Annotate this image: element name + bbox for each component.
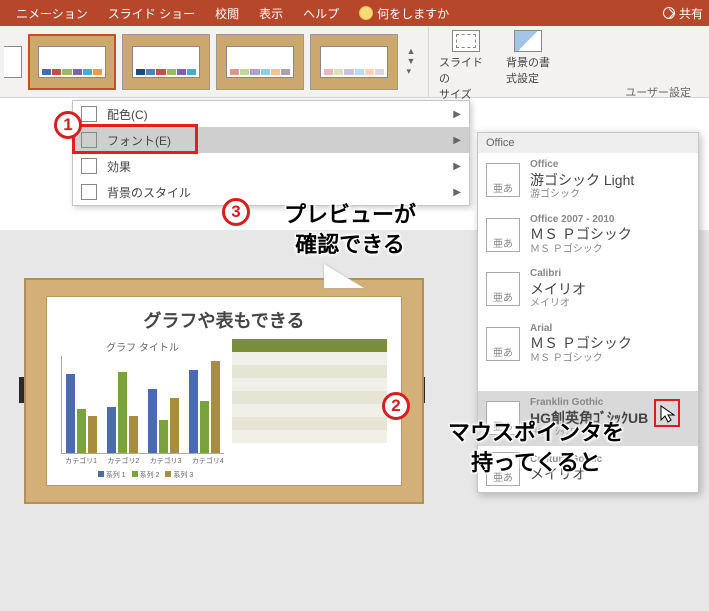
share-icon — [663, 7, 675, 19]
background-icon — [81, 184, 97, 200]
slide-size-label: スライドの サイズ — [439, 54, 493, 102]
tell-me[interactable]: 何をしますか — [349, 0, 459, 26]
slide-preview: グラフや表もできる グラフ タイトル カテゴリ1カテゴリ2カテゴリ3カテゴリ4 … — [24, 278, 424, 504]
slide-title: グラフや表もできる — [61, 307, 387, 333]
variant-thumb[interactable] — [4, 34, 22, 90]
customize-group: スライドの サイズ ▾ 背景の書 式設定 — [429, 26, 565, 97]
annotation-callout-preview: プレビューが 確認できる — [250, 200, 450, 259]
group-label-user-settings: ユーザー設定 — [625, 84, 691, 100]
share-label: 共有 — [679, 5, 703, 22]
font-major: ＭＳ Ｐゴシック — [530, 226, 632, 244]
chart-placeholder: グラフ タイトル カテゴリ1カテゴリ2カテゴリ3カテゴリ4 系列 1系列 2系列… — [61, 339, 224, 480]
font-major: メイリオ — [530, 281, 586, 299]
theme-variants: ▲▼▾ — [0, 26, 429, 97]
variant-thumb[interactable] — [216, 34, 304, 90]
flyout-label: 効果 — [107, 158, 131, 175]
font-title: Office — [530, 159, 634, 172]
font-option[interactable]: 亜あ Office游ゴシック Light游ゴシック — [478, 153, 698, 208]
font-option[interactable]: 亜あOffice 2007 - 2010ＭＳ ＰゴシックＭＳ Ｐゴシック — [478, 208, 698, 263]
chart-legend: 系列 1系列 2系列 3 — [61, 470, 224, 480]
tab-slideshow[interactable]: スライド ショー — [98, 0, 205, 26]
variant-more[interactable]: ▲▼▾ — [404, 34, 418, 90]
font-major: 游ゴシック Light — [530, 172, 634, 190]
flyout-effects[interactable]: 効果 ▶ — [73, 153, 469, 179]
flyout-label: フォント(E) — [107, 132, 171, 149]
annotation-badge-3: 3 — [222, 198, 250, 226]
chevron-right-icon: ▶ — [453, 161, 461, 172]
font-icon — [81, 132, 97, 148]
font-title: Arial — [530, 323, 632, 336]
tab-review[interactable]: 校閲 — [205, 0, 249, 26]
tab-animation[interactable]: ニメーション — [6, 0, 98, 26]
slide-size-button[interactable]: スライドの サイズ ▾ — [439, 30, 493, 111]
font-minor: メイリオ — [530, 298, 586, 311]
share-button[interactable]: 共有 — [663, 5, 703, 22]
tell-me-label: 何をしますか — [377, 5, 449, 22]
chevron-right-icon: ▶ — [453, 187, 461, 198]
font-title: Office 2007 - 2010 — [530, 214, 632, 227]
variant-thumb[interactable] — [310, 34, 398, 90]
bg-format-icon — [514, 30, 542, 52]
flyout-label: 背景のスタイル — [107, 184, 191, 201]
annotation-callout-hover: マウスポインタを 持ってくると — [406, 418, 666, 477]
font-thumb: 亜あ — [486, 272, 520, 306]
effects-icon — [81, 158, 97, 174]
chevron-right-icon: ▶ — [453, 109, 461, 120]
bulb-icon — [359, 6, 373, 20]
font-title: Calibri — [530, 268, 586, 281]
slide-size-icon — [452, 30, 480, 52]
chevron-right-icon: ▶ — [453, 135, 461, 146]
table-placeholder — [232, 339, 387, 480]
palette-icon — [81, 106, 97, 122]
variant-thumb[interactable] — [122, 34, 210, 90]
flyout-fonts[interactable]: フォント(E) ▶ — [73, 127, 469, 153]
chart-title: グラフ タイトル — [61, 339, 224, 354]
annotation-badge-1: 1 — [54, 111, 82, 139]
variant-flyout: 配色(C) ▶ フォント(E) ▶ 効果 ▶ 背景のスタイル ▶ — [72, 100, 470, 206]
font-minor: ＭＳ Ｐゴシック — [530, 244, 632, 257]
tab-help[interactable]: ヘルプ — [293, 0, 349, 26]
flyout-label: 配色(C) — [107, 106, 148, 123]
bg-format-label: 背景の書 式設定 — [506, 54, 550, 86]
font-option[interactable]: 亜あCalibriメイリオメイリオ — [478, 262, 698, 317]
font-minor: 游ゴシック — [530, 189, 634, 202]
tab-view[interactable]: 表示 — [249, 0, 293, 26]
font-title: Franklin Gothic — [530, 397, 648, 410]
ribbon-body: ▲▼▾ スライドの サイズ ▾ 背景の書 式設定 — [0, 26, 709, 98]
bg-format-button[interactable]: 背景の書 式設定 — [501, 30, 555, 86]
variant-thumb-selected[interactable] — [28, 34, 116, 90]
annotation-badge-2: 2 — [382, 392, 410, 420]
font-thumb: 亜あ — [486, 218, 520, 252]
font-thumb: 亜あ — [486, 163, 520, 197]
font-major: ＭＳ Ｐゴシック — [530, 335, 632, 353]
font-option[interactable]: 亜あArialＭＳ ＰゴシックＭＳ Ｐゴシック — [478, 317, 698, 372]
font-minor: ＭＳ Ｐゴシック — [530, 353, 632, 366]
font-thumb: 亜あ — [486, 327, 520, 361]
callout-tail — [324, 264, 364, 288]
flyout-colors[interactable]: 配色(C) ▶ — [73, 101, 469, 127]
ribbon-tabs: ニメーション スライド ショー 校閲 表示 ヘルプ 何をしますか 共有 — [0, 0, 709, 26]
font-flyout-header: Office — [478, 133, 698, 153]
